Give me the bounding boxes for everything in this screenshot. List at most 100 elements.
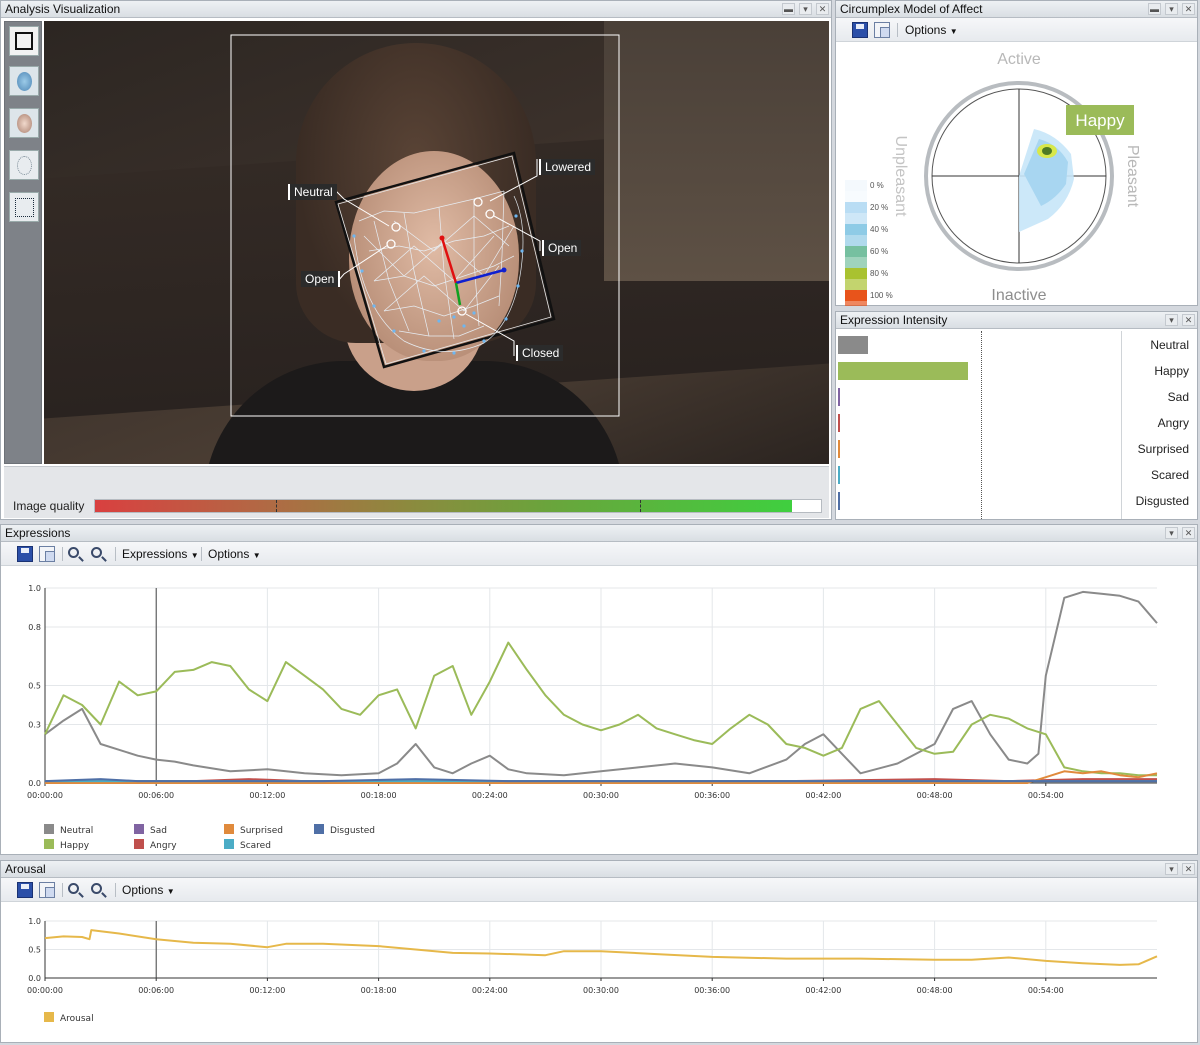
y-tick-label: 0.5 (28, 682, 41, 691)
y-tick-label: 0.5 (28, 946, 41, 955)
quality-threshold-low (276, 500, 277, 512)
x-tick-label: 00:54:00 (1028, 791, 1064, 800)
pose-axis-green (454, 282, 462, 306)
legend-label-neutral: Neutral (60, 826, 93, 836)
save-icon[interactable] (17, 546, 33, 562)
arousal-chart: 00:00:00 00:06:00 00:12:00 00:18:00 00:24:00… (27, 917, 1158, 1024)
panel-title: Expressions (5, 526, 71, 540)
pin-icon[interactable]: ▾ (799, 3, 812, 15)
options-label: Options (905, 23, 947, 37)
expression-intensity-titlebar: Expression Intensity ▾ ✕ (836, 312, 1197, 329)
zoom-out-icon[interactable] (91, 547, 102, 558)
legend-label-surprised: Surprised (240, 826, 283, 836)
x-tick-label: 00:12:00 (249, 986, 285, 995)
head-pose-box-outline (337, 155, 552, 365)
x-tick-label: 00:30:00 (583, 986, 619, 995)
close-icon[interactable]: ✕ (1182, 314, 1195, 326)
pin-icon[interactable]: ▾ (1165, 314, 1178, 326)
restore-icon[interactable]: ▬ (782, 3, 795, 15)
scale-swatch (845, 202, 867, 213)
legend-swatch-arousal (44, 1012, 54, 1022)
intensity-scale: 0 % 20 % 40 % 60 % 80 % 100 % (845, 180, 893, 306)
expressions-toolbar: Expressions ▼ Options ▼ (1, 542, 1197, 566)
intensity-bar-surprised (838, 440, 840, 458)
save-icon[interactable] (852, 22, 868, 38)
intensity-bar-neutral (838, 336, 869, 354)
copy-icon[interactable] (39, 546, 55, 562)
x-tick-label: 00:54:00 (1028, 986, 1064, 995)
label-open-right: Open (542, 240, 582, 256)
happy-callout-label: Happy (1075, 111, 1125, 130)
image-quality-bar (95, 500, 792, 512)
expressions-panel: Expressions ▾ ✕ Expressions ▼ Options ▼ … (0, 524, 1198, 855)
panel-title: Circumplex Model of Affect (840, 2, 983, 16)
options-menu[interactable]: Options ▼ (122, 883, 175, 897)
expressions-chart: 00:00:00 00:06:00 00:12:00 00:18:00 00:24:00… (27, 584, 1158, 851)
zoom-out-icon[interactable] (91, 883, 102, 894)
arousal-titlebar: Arousal ▾ ✕ (1, 861, 1197, 878)
options-label: Options (208, 547, 250, 561)
face-icon[interactable] (9, 108, 39, 138)
legend-label-scared: Scared (240, 841, 271, 851)
x-tick-label: 00:48:00 (917, 791, 953, 800)
scale-label: 60 % (870, 247, 888, 256)
intensity-label-disgusted: Disgusted (1135, 494, 1189, 508)
x-tick-label: 00:24:00 (472, 791, 508, 800)
legend-swatch-angry (134, 839, 144, 849)
scale-swatch (845, 268, 867, 279)
scale-swatch (845, 246, 867, 257)
x-tick-label: 00:12:00 (249, 791, 285, 800)
intensity-bar-sad (838, 388, 840, 406)
y-tick-label: 1.0 (28, 584, 41, 593)
intensity-divider (981, 331, 982, 519)
close-icon[interactable]: ✕ (1182, 863, 1195, 875)
quality-threshold-high (640, 500, 641, 512)
pin-icon[interactable]: ▾ (1165, 863, 1178, 875)
options-menu[interactable]: Options ▼ (208, 547, 261, 561)
intensity-bar-angry (838, 414, 840, 432)
zoom-in-icon[interactable] (68, 547, 79, 558)
head-pose-box (334, 151, 556, 369)
y-tick-label: 1.0 (28, 917, 41, 926)
zoom-in-icon[interactable] (68, 883, 79, 894)
restore-icon[interactable]: ▬ (1148, 3, 1161, 15)
intensity-bar-disgusted (838, 492, 840, 510)
legend-swatch-disgusted (314, 824, 324, 834)
close-icon[interactable]: ✕ (816, 3, 829, 15)
close-icon[interactable]: ✕ (1182, 527, 1195, 539)
x-tick-label: 00:36:00 (694, 986, 730, 995)
legend-label-happy: Happy (60, 841, 90, 851)
dotted-face-icon[interactable] (9, 150, 39, 180)
toolbar-separator (897, 23, 898, 37)
x-tick-label: 00:42:00 (805, 791, 841, 800)
expressions-titlebar: Expressions ▾ ✕ (1, 525, 1197, 542)
inactive-label: Inactive (991, 287, 1046, 304)
pin-icon[interactable]: ▾ (1165, 3, 1178, 15)
save-icon[interactable] (17, 882, 33, 898)
options-menu[interactable]: Options ▼ (905, 23, 958, 37)
mesh-face-icon[interactable] (9, 66, 39, 96)
intensity-label-angry: Angry (1157, 416, 1189, 430)
toolbar-separator (115, 883, 116, 897)
expression-intensity-panel: Expression Intensity ▾ ✕ Neutral Happy Sad… (835, 311, 1198, 520)
y-tick-label: 0.3 (28, 721, 41, 730)
side-toolbar (4, 21, 42, 464)
copy-icon[interactable] (874, 22, 890, 38)
active-label: Active (997, 51, 1041, 68)
affect-hotspot-core (1042, 147, 1052, 155)
copy-icon[interactable] (39, 882, 55, 898)
legend-swatch-scared (224, 839, 234, 849)
toolbar-separator (62, 547, 63, 561)
legend-label-angry: Angry (150, 841, 177, 851)
landmarks-icon[interactable] (9, 192, 39, 222)
image-quality-row: Image quality (4, 466, 829, 518)
scale-swatch (845, 301, 867, 306)
legend-label-arousal: Arousal (60, 1014, 94, 1024)
eye-markers (386, 197, 495, 316)
y-tick-label: 0.0 (28, 779, 41, 788)
pin-icon[interactable]: ▾ (1165, 527, 1178, 539)
expressions-menu[interactable]: Expressions ▼ (122, 547, 199, 561)
frame-tool-icon[interactable] (9, 26, 39, 56)
close-icon[interactable]: ✕ (1182, 3, 1195, 15)
label-lowered: Lowered (539, 159, 596, 175)
